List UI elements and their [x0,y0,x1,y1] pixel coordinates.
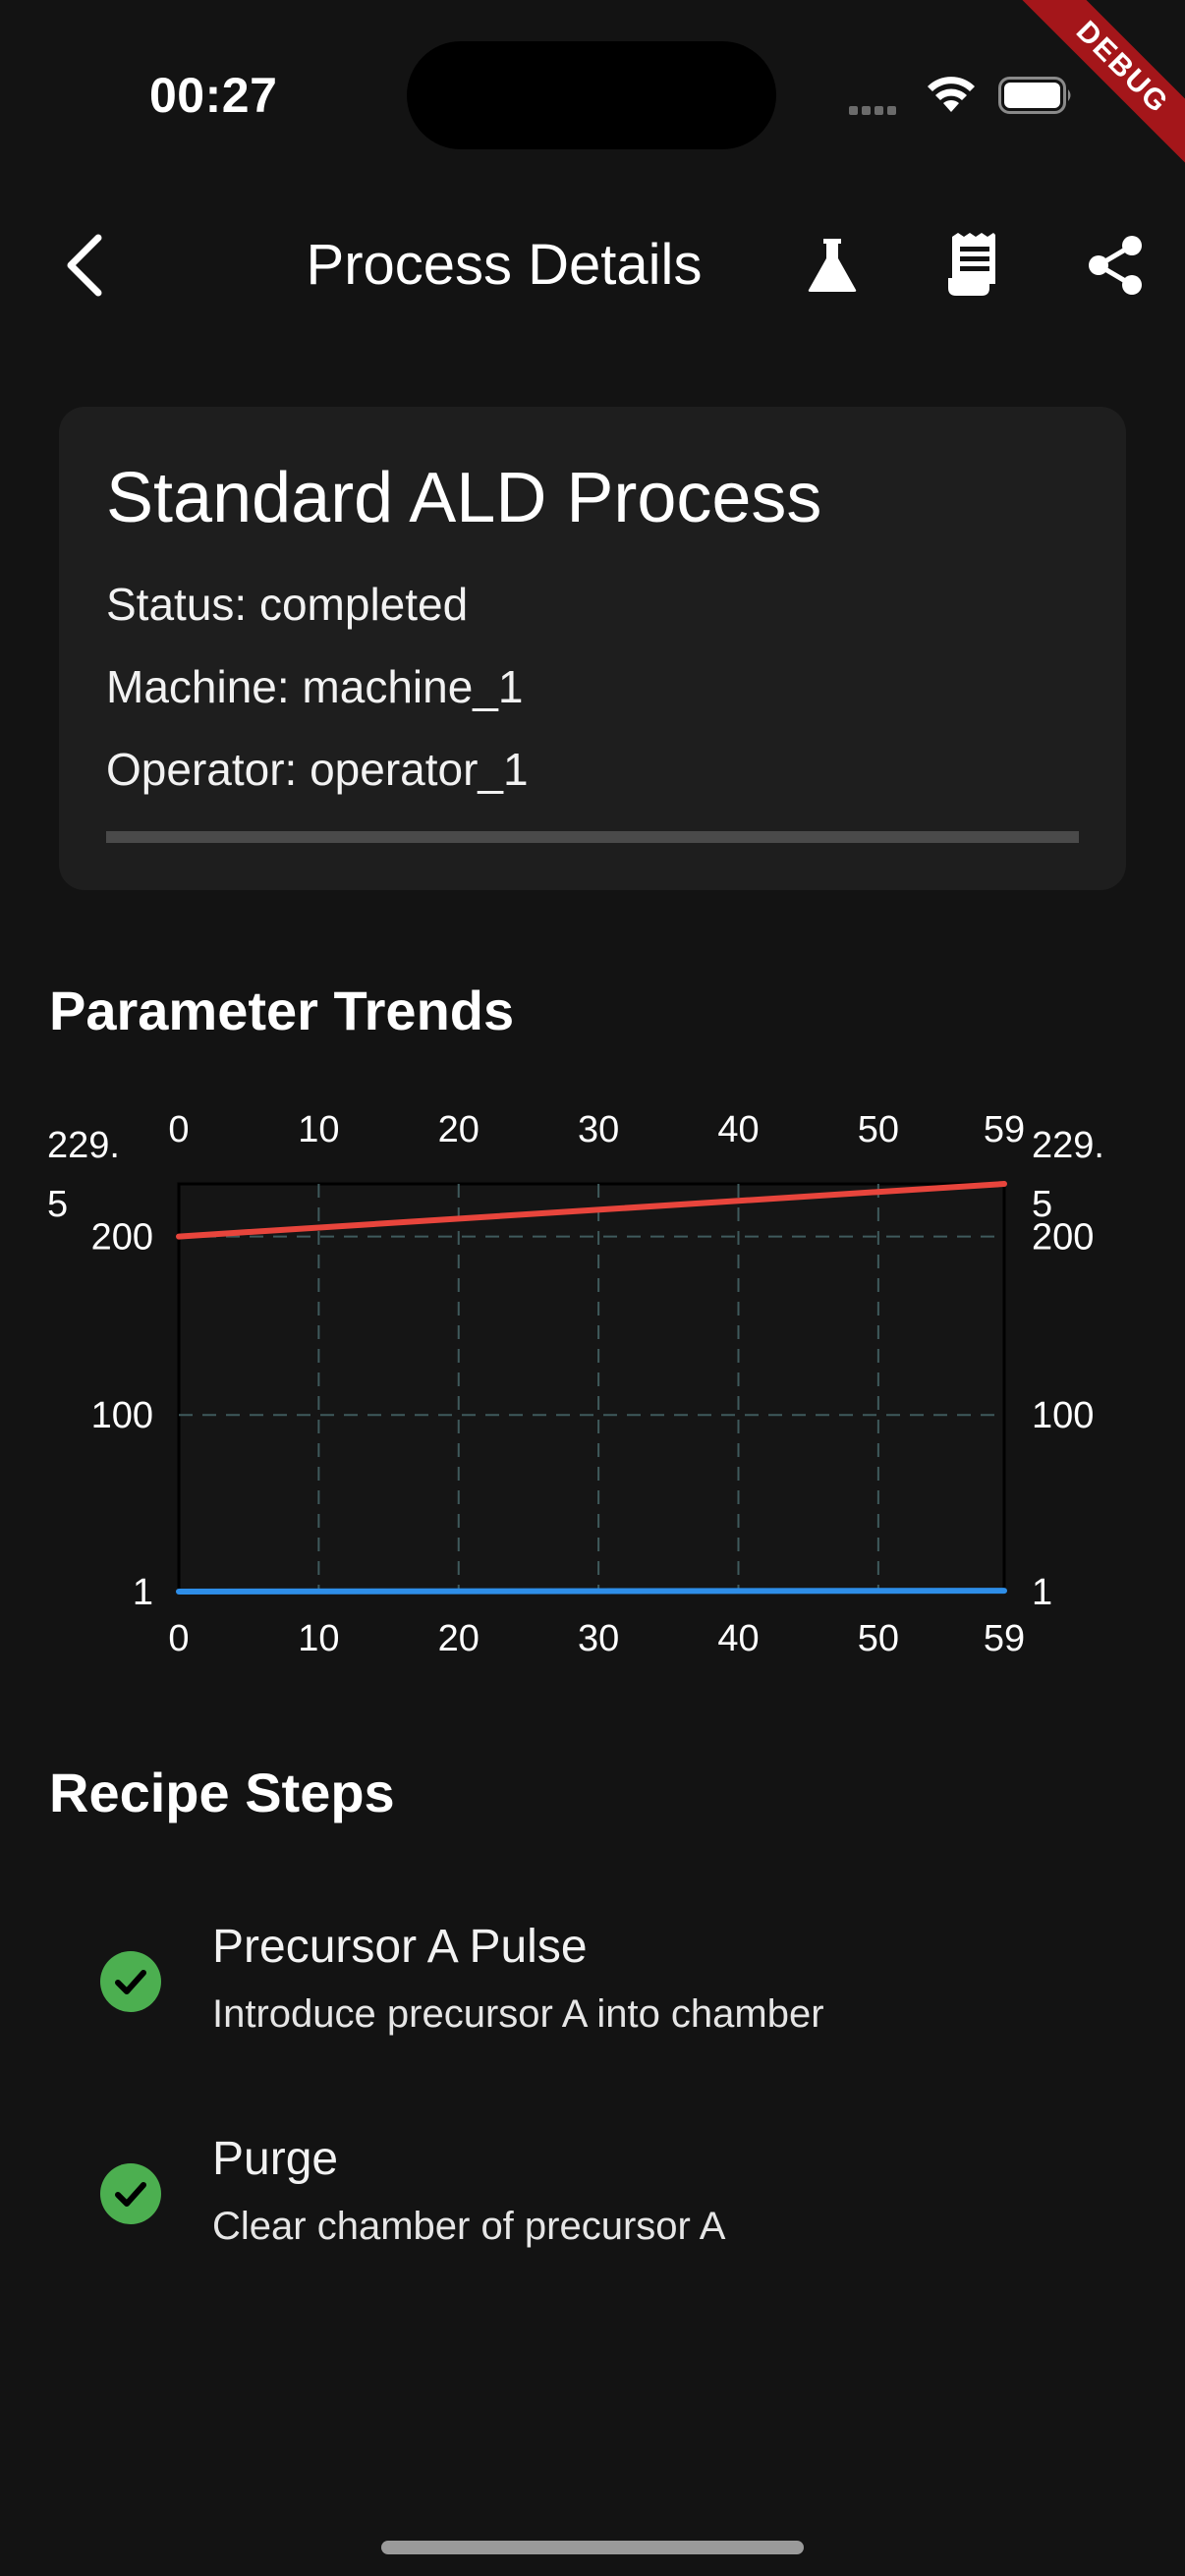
x-tick-label-top: 59 [984,1109,1025,1150]
y-tick-label-left: 100 [91,1395,153,1436]
check-circle-icon [100,2163,161,2224]
x-tick-label-bottom: 10 [298,1618,339,1659]
step-name: Purge [212,2133,339,2185]
recipe-steps-heading: Recipe Steps [49,1762,395,1823]
flask-icon[interactable] [798,226,867,305]
y-tick-label-left: 229. 5 [47,1125,120,1225]
step-description: Clear chamber of precursor A [212,2205,726,2248]
y-tick-label-right: 1 [1032,1572,1052,1613]
series-line-2 [176,1588,1007,1595]
parameter-trends-heading: Parameter Trends [49,980,515,1041]
x-tick-label-top: 40 [717,1109,759,1150]
x-tick-label-bottom: 59 [984,1618,1025,1659]
y-tick-label-right: 229. 5 [1032,1125,1104,1225]
receipt-icon[interactable] [939,226,1008,305]
debug-banner: DEBUG [1008,0,1185,177]
parameter-trends-chart: 00101020203030404050505959229. 5200100122… [47,1109,1104,1659]
x-tick-label-top: 30 [578,1109,619,1150]
process-progress-fill [106,831,1079,843]
x-tick-label-top: 50 [858,1109,899,1150]
x-tick-label-bottom: 20 [438,1618,480,1659]
y-tick-label-left: 200 [91,1217,153,1259]
wifi-icon [928,77,975,112]
x-tick-label-top: 20 [438,1109,480,1150]
chart-plot-area [177,1182,1006,1594]
recipe-step-item[interactable]: Purge Clear chamber of precursor A [0,2118,1185,2285]
debug-label: DEBUG [1015,0,1185,175]
x-tick-label-bottom: 30 [578,1618,619,1659]
status-time: 00:27 [149,68,278,123]
step-description: Introduce precursor A into chamber [212,1992,824,2036]
process-progress-bar [106,831,1079,843]
process-status: Status: completed [106,579,469,630]
y-tick-label-left: 1 [133,1572,153,1613]
process-name: Standard ALD Process [106,459,822,537]
recipe-step-item[interactable]: Precursor A Pulse Introduce precursor A … [0,1906,1185,2073]
process-machine: Machine: machine_1 [106,661,524,712]
y-tick-label-right: 200 [1032,1217,1094,1259]
step-name: Precursor A Pulse [212,1921,588,1973]
y-tick-label-right: 100 [1032,1395,1094,1436]
process-operator: Operator: operator_1 [106,744,529,795]
share-icon[interactable] [1081,226,1150,305]
cellular-signal-icon [849,102,900,120]
x-tick-label-bottom: 50 [858,1618,899,1659]
dynamic-island [407,41,776,149]
x-tick-label-bottom: 0 [168,1618,189,1659]
x-tick-label-top: 10 [298,1109,339,1150]
home-indicator[interactable] [381,2541,804,2554]
x-tick-label-top: 0 [168,1109,189,1150]
x-tick-label-bottom: 40 [717,1618,759,1659]
check-circle-icon [100,1951,161,2012]
